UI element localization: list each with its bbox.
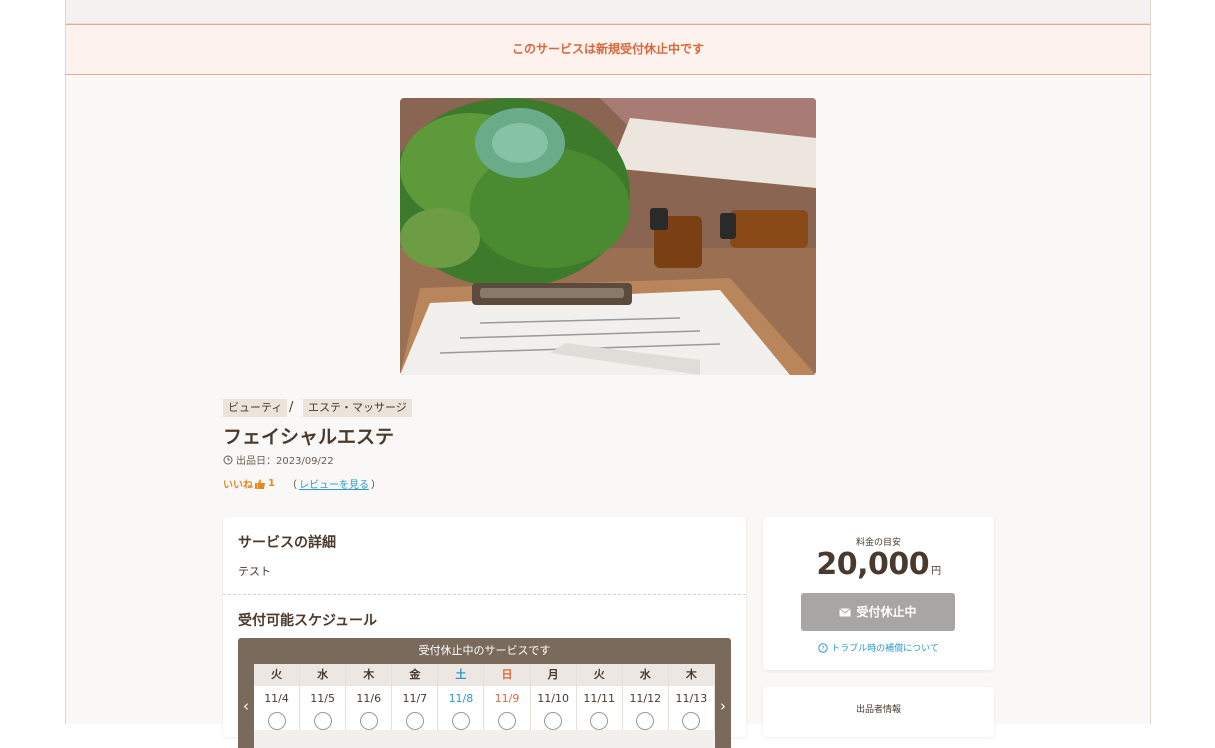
schedule-day: 火 11/4: [254, 664, 301, 730]
price-amount: 20,000 円: [763, 547, 994, 582]
day-of-week: 金: [392, 664, 438, 686]
details-text: テスト: [238, 565, 271, 578]
seller-heading: 出品者情報: [855, 705, 901, 715]
day-date: 11/13: [675, 692, 708, 705]
schedule-day: 日 11/9: [484, 664, 531, 730]
price-card: 料金の目安 20,000 円 受付休止中 ? トラブル時の補償について: [763, 517, 994, 670]
day-date: 11/7: [402, 692, 428, 705]
section-divider: [223, 594, 746, 595]
service-image: [400, 98, 816, 375]
breadcrumb-category[interactable]: ビューティ: [223, 399, 288, 417]
price-currency: 円: [931, 566, 941, 577]
suspension-notice: このサービスは新規受付休止中です: [66, 24, 1150, 75]
schedule-day: 火 11/11: [576, 664, 623, 730]
availability-slot[interactable]: [313, 712, 332, 730]
listing-date: 出品日：2023/09/22: [223, 452, 334, 467]
likes-row: いいね 1 （ レビューを見る ）: [223, 476, 381, 491]
details-heading: サービスの詳細: [238, 535, 336, 551]
svg-text:?: ?: [822, 645, 825, 652]
listing-date-text: 出品日：2023/09/22: [236, 456, 334, 467]
page-container: このサービスは新規受付休止中です ビューティ / エステ・マッサージ フェイシャ…: [65, 0, 1151, 748]
availability-slot[interactable]: [636, 712, 655, 730]
day-date: 11/6: [356, 692, 382, 705]
next-week-button[interactable]: ›: [715, 664, 731, 748]
schedule-day: 月 11/10: [530, 664, 577, 730]
day-of-week: 月: [530, 664, 576, 686]
availability-slot[interactable]: [267, 712, 286, 730]
schedule-day: 土 11/8: [438, 664, 485, 730]
service-title: フェイシャルエステ: [223, 426, 395, 448]
schedule-day: 水 11/5: [300, 664, 347, 730]
mail-icon: [839, 607, 852, 616]
compensation-link-text: トラブル時の補償について: [831, 644, 939, 654]
schedule-calendar: 受付休止中のサービスです ‹ 火 11/4 水 11/5 木 11/6 金 11/7 土 11/8…: [238, 638, 731, 748]
suspended-button[interactable]: 受付休止中: [801, 593, 955, 631]
day-date: 11/9: [494, 692, 520, 705]
day-date: 11/5: [310, 692, 335, 705]
availability-slot[interactable]: [405, 712, 424, 730]
schedule-day: 金 11/7: [392, 664, 439, 730]
breadcrumb-separator: /: [289, 400, 294, 415]
suspended-button-label: 受付休止中: [856, 605, 917, 619]
service-detail-card: サービスの詳細 テスト 受付可能スケジュール 受付休止中のサービスです ‹ 火1…: [223, 517, 746, 748]
thumbs-up-icon: [255, 479, 265, 489]
schedule-body: ‹ 火 11/4 水 11/5 木 11/6 金 11/7 土 11/8 日 11/9 月 11/10 火 1…: [238, 664, 731, 748]
schedule-day: 木 11/6: [346, 664, 393, 730]
question-circle-icon: ?: [818, 642, 828, 653]
day-date: 11/4: [264, 692, 289, 705]
day-date: 11/8: [448, 692, 474, 705]
prev-week-button[interactable]: ‹: [238, 664, 254, 748]
review-link[interactable]: レビューを見る: [299, 476, 369, 491]
schedule-day: 水 11/12: [622, 664, 669, 730]
day-of-week: 火: [254, 664, 300, 686]
likes-count: 1: [268, 478, 275, 489]
schedule-day: 木 11/13: [668, 664, 715, 730]
day-of-week: 火: [576, 664, 622, 686]
service-photo: [400, 98, 816, 375]
top-bar: [66, 0, 1150, 24]
day-of-week: 木: [346, 664, 392, 686]
day-date: 11/12: [629, 692, 662, 705]
review-close-paren: ）: [370, 480, 381, 491]
day-of-week: 木: [668, 664, 714, 686]
day-date: 11/11: [583, 692, 616, 705]
day-of-week: 日: [484, 664, 530, 686]
availability-slot[interactable]: [544, 712, 563, 730]
schedule-heading: 受付可能スケジュール: [238, 613, 378, 629]
day-of-week: 土: [438, 664, 484, 686]
schedule-banner: 受付休止中のサービスです: [238, 638, 731, 664]
day-of-week: 水: [622, 664, 668, 686]
availability-slot[interactable]: [451, 712, 470, 730]
review-open-paren: （: [286, 480, 297, 491]
availability-slot[interactable]: [359, 712, 378, 730]
availability-slot[interactable]: [590, 712, 609, 730]
breadcrumb-subcategory[interactable]: エステ・マッサージ: [303, 399, 412, 417]
availability-slot[interactable]: [498, 712, 517, 730]
seller-card: 出品者情報: [763, 687, 994, 737]
availability-slot[interactable]: [682, 712, 701, 730]
clock-icon: [223, 455, 233, 464]
price-value: 20,000: [816, 547, 930, 582]
day-date: 11/10: [537, 692, 569, 705]
likes-label: いいね: [223, 480, 253, 491]
day-of-week: 水: [300, 664, 346, 686]
schedule-days: 火 11/4 水 11/5 木 11/6 金 11/7 土 11/8 日 11/9 月 11/10 火 11/…: [254, 664, 715, 730]
compensation-link[interactable]: ? トラブル時の補償について: [763, 641, 994, 654]
